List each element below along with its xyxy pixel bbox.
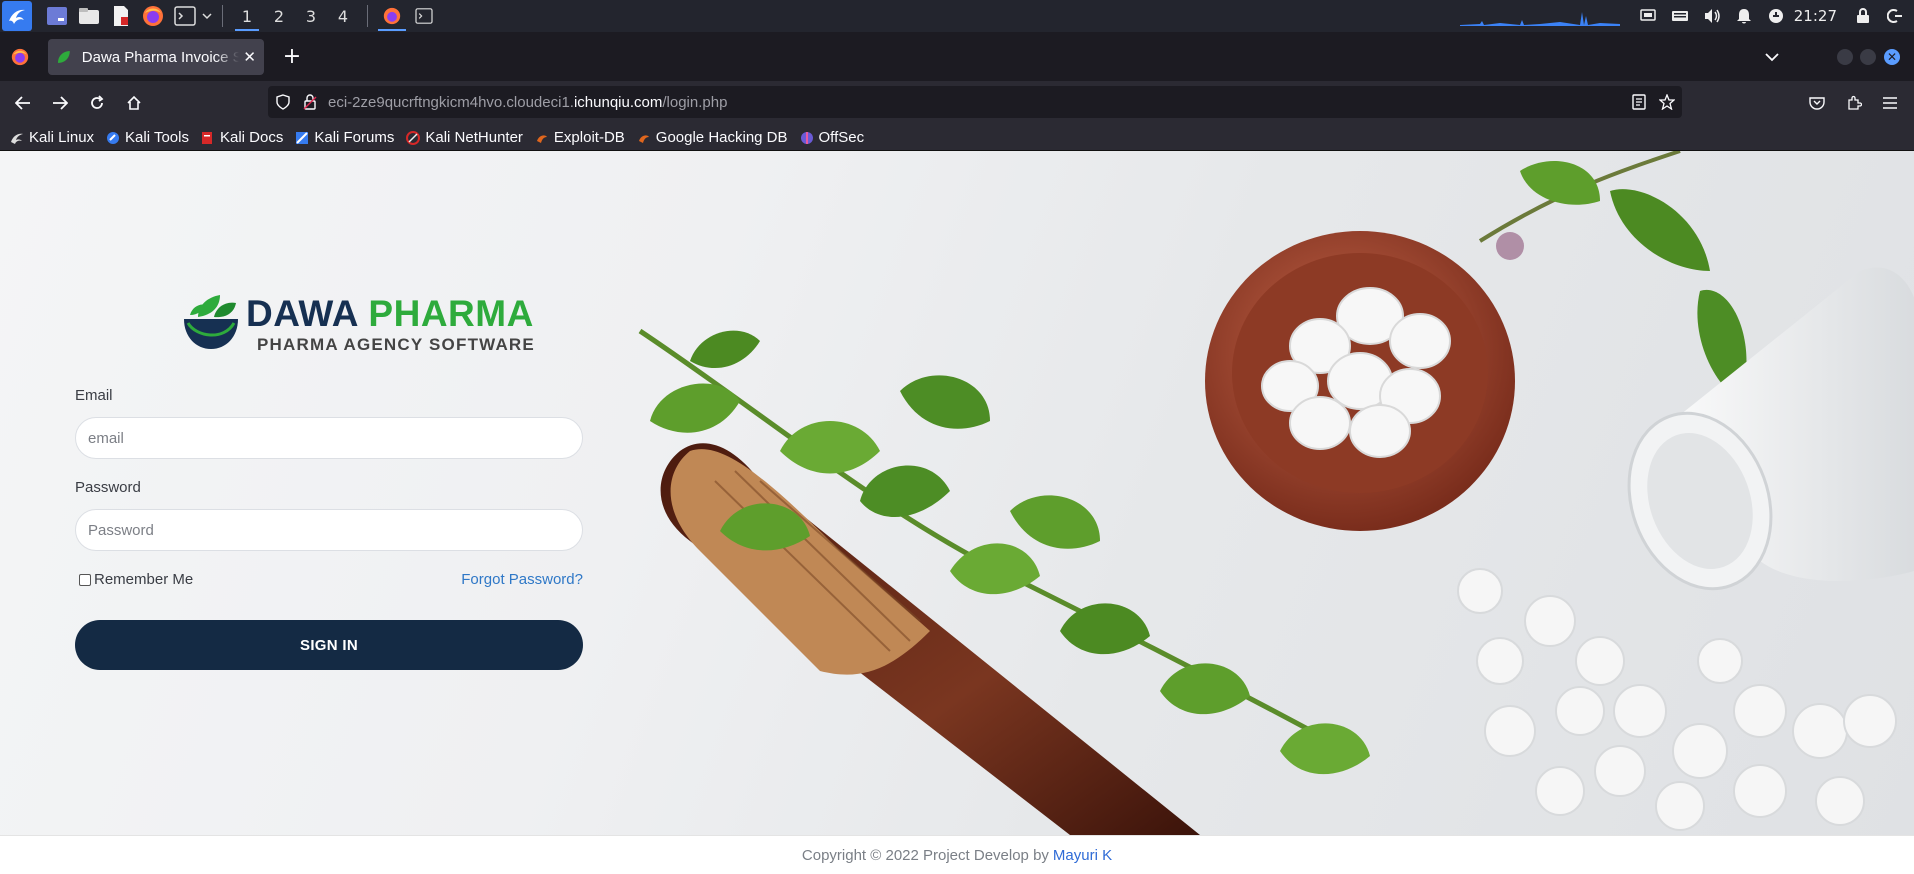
workspace-2[interactable]: 2 [263, 0, 295, 32]
footer: Copyright © 2022 Project Develop by Mayu… [0, 835, 1914, 874]
email-label: Email [75, 387, 113, 404]
mortar-pestle-logo-icon [184, 295, 238, 349]
close-tab-icon[interactable]: ✕ [243, 48, 256, 66]
tracking-protection-shield-icon[interactable] [274, 93, 292, 111]
kali-tools-icon [106, 131, 120, 145]
volume-icon[interactable] [1703, 7, 1721, 25]
taskbar-separator [367, 5, 368, 27]
back-arrow-icon[interactable] [7, 87, 39, 119]
new-tab-button[interactable]: + [280, 44, 304, 69]
lock-icon[interactable] [1854, 7, 1872, 25]
home-icon[interactable] [118, 87, 150, 119]
remember-me-checkbox[interactable] [79, 573, 91, 586]
taskbar-terminal-window[interactable] [408, 0, 440, 32]
bookmark-kali-tools[interactable]: Kali Tools [106, 129, 189, 146]
remember-me-label: Remember Me [94, 571, 194, 588]
bookmark-kali-nethunter[interactable]: Kali NetHunter [406, 129, 523, 146]
text-editor-icon[interactable] [110, 5, 132, 27]
kali-forums-icon [295, 131, 309, 145]
exploit-db-icon [535, 131, 549, 145]
logo-word-dawa: DAWA [246, 293, 358, 334]
url-host: ichunqiu.com [573, 93, 663, 111]
password-label: Password [75, 479, 141, 496]
web-page: DAWA PHARMA PHARMA AGENCY SOFTWARE Email… [0, 151, 1914, 874]
firefox-view-icon[interactable] [11, 48, 29, 66]
bookmark-star-icon[interactable] [1658, 93, 1676, 111]
bookmark-kali-docs[interactable]: Kali Docs [201, 129, 283, 146]
power-status-icon[interactable] [1767, 7, 1785, 25]
sign-in-button[interactable]: SIGN IN [75, 620, 583, 670]
close-window-button[interactable]: ✕ [1884, 49, 1900, 65]
bookmarks-toolbar: Kali Linux Kali Tools Kali Docs Kali For… [0, 125, 1914, 151]
kali-menu-icon[interactable] [2, 1, 32, 31]
keyboard-icon[interactable] [1671, 7, 1689, 25]
author-link[interactable]: Mayuri K [1053, 847, 1112, 864]
logout-icon[interactable] [1886, 7, 1904, 25]
bookmark-label: Kali NetHunter [425, 129, 523, 146]
tab-title: Dawa Pharma Invoice System [81, 48, 240, 66]
browser-tab-bar: Dawa Pharma Invoice System ✕ + ✕ [0, 32, 1914, 81]
bookmark-label: Google Hacking DB [655, 129, 788, 146]
display-icon[interactable] [1639, 7, 1657, 25]
bookmark-offsec[interactable]: OffSec [800, 129, 865, 146]
ghdb-icon [637, 131, 651, 145]
kali-dragon-icon [10, 131, 24, 145]
taskbar-firefox-window[interactable] [376, 0, 408, 32]
bookmark-label: OffSec [818, 129, 865, 146]
cpu-graph-icon [1459, 12, 1620, 26]
bookmark-label: Exploit-DB [553, 129, 625, 146]
browser-nav-bar: eci-2ze9qucrftngkicm4hvo.cloudeci1.ichun… [0, 81, 1914, 125]
notification-bell-icon[interactable] [1735, 7, 1753, 25]
workspace-3[interactable]: 3 [295, 0, 327, 32]
copyright-text: Copyright © 2022 Project Develop by [801, 846, 1049, 864]
browser-tab-active[interactable]: Dawa Pharma Invoice System ✕ [48, 39, 264, 75]
herbal-pills-illustration [638, 151, 1914, 835]
logo-word-pharma: PHARMA [368, 293, 534, 334]
offsec-icon [800, 131, 814, 145]
nethunter-icon [406, 130, 421, 145]
minimize-window-button[interactable] [1837, 49, 1853, 65]
password-input[interactable] [75, 509, 583, 551]
logo-subtitle: PHARMA AGENCY SOFTWARE [257, 335, 535, 354]
reload-icon[interactable] [81, 87, 113, 119]
remember-me[interactable]: Remember Me [79, 571, 193, 588]
url-text[interactable]: eci-2ze9qucrftngkicm4hvo.cloudeci1.ichun… [328, 94, 727, 111]
chevron-down-icon[interactable] [200, 5, 214, 27]
bookmark-label: Kali Linux [29, 129, 95, 146]
bookmark-google-hacking-db[interactable]: Google Hacking DB [637, 129, 788, 146]
kali-docs-icon [201, 131, 215, 145]
url-bar[interactable]: eci-2ze9qucrftngkicm4hvo.cloudeci1.ichun… [268, 86, 1682, 118]
pocket-icon[interactable] [1807, 93, 1827, 113]
workspace-4[interactable]: 4 [327, 0, 359, 32]
reader-view-icon[interactable] [1630, 93, 1648, 111]
bookmark-label: Kali Docs [219, 129, 284, 146]
taskbar-separator [222, 5, 223, 27]
forward-arrow-icon[interactable] [44, 87, 76, 119]
bookmark-label: Kali Tools [125, 129, 189, 146]
list-all-tabs-icon[interactable] [1762, 47, 1782, 67]
bookmark-kali-linux[interactable]: Kali Linux [10, 129, 94, 146]
email-input[interactable] [75, 417, 583, 459]
forgot-password-link[interactable]: Forgot Password? [461, 571, 583, 588]
clock[interactable]: 21:27 [1794, 7, 1837, 25]
os-taskbar: 1 2 3 4 21:27 [0, 0, 1914, 32]
terminal-launcher-icon[interactable] [174, 5, 196, 27]
pharma-leaf-favicon-icon [57, 51, 70, 63]
bookmark-kali-forums[interactable]: Kali Forums [295, 129, 394, 146]
bookmark-exploit-db[interactable]: Exploit-DB [535, 129, 625, 146]
file-manager-icon[interactable] [78, 5, 100, 27]
workspace-1[interactable]: 1 [231, 0, 263, 32]
maximize-window-button[interactable] [1860, 49, 1876, 65]
url-subdomain: eci-2ze9qucrftngkicm4hvo.cloudeci1. [328, 93, 574, 111]
workspace-switcher-icon[interactable] [46, 5, 68, 27]
firefox-launcher-icon[interactable] [142, 5, 164, 27]
bookmark-label: Kali Forums [314, 129, 395, 146]
site-info-lock-icon[interactable] [301, 93, 319, 111]
dawa-pharma-logo: DAWA PHARMA PHARMA AGENCY SOFTWARE [180, 291, 534, 359]
extensions-puzzle-icon[interactable] [1844, 93, 1864, 113]
url-path: /login.php [662, 93, 728, 111]
hamburger-menu-icon[interactable] [1880, 93, 1900, 113]
login-hero: DAWA PHARMA PHARMA AGENCY SOFTWARE Email… [0, 151, 1914, 835]
